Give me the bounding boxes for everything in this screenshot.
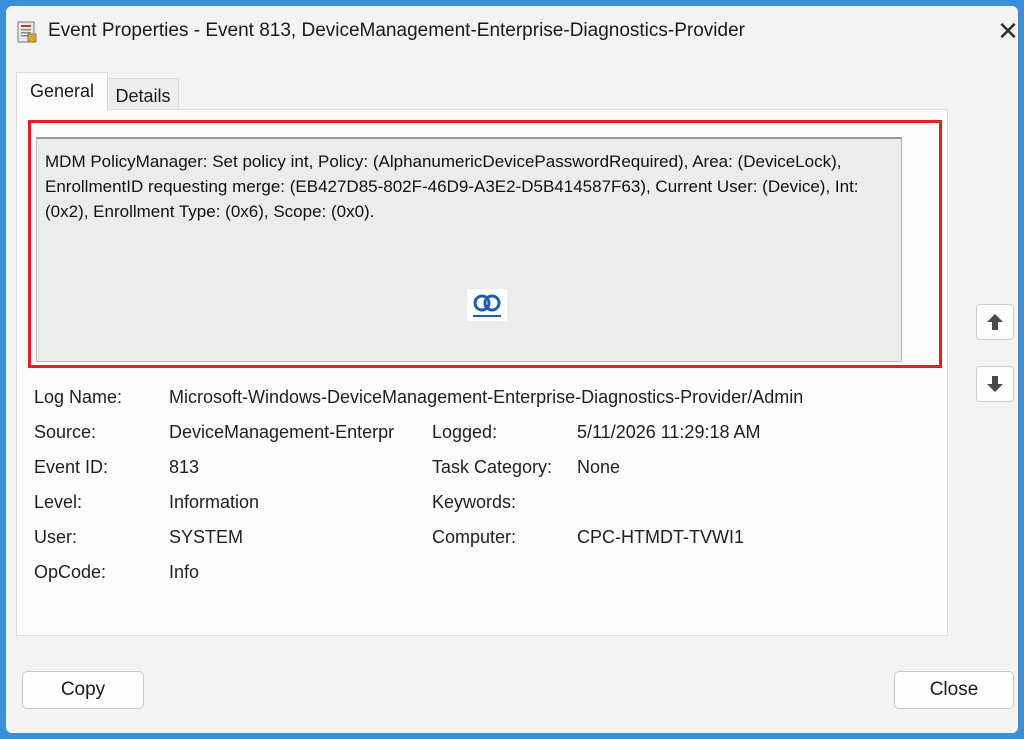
next-event-button[interactable] [976, 366, 1014, 402]
tab-details[interactable]: Details [107, 78, 179, 111]
source-value: DeviceManagement-Enterpr [169, 422, 395, 442]
user-value: SYSTEM [169, 527, 244, 547]
event-id-value: 813 [169, 457, 200, 477]
computer-value: CPC-HTMDT-TVWI1 [577, 527, 744, 547]
close-icon[interactable]: ✕ [992, 14, 1018, 48]
copy-button[interactable]: Copy [22, 671, 144, 709]
arrow-up-icon [987, 314, 1003, 330]
highlight-annotation: MDM PolicyManager: Set policy int, Polic… [28, 120, 942, 368]
task-category-value: None [577, 457, 621, 477]
computer-label: Computer: [432, 527, 517, 547]
title-bar: Event Properties - Event 813, DeviceMana… [6, 6, 1018, 58]
keywords-label: Keywords: [432, 492, 517, 512]
logged-label: Logged: [432, 422, 498, 442]
arrow-down-icon [987, 376, 1003, 392]
task-category-label: Task Category: [432, 457, 553, 477]
level-label: Level: [34, 492, 83, 512]
user-label: User: [34, 527, 78, 547]
event-description: MDM PolicyManager: Set policy int, Polic… [45, 152, 859, 221]
window-title: Event Properties - Event 813, DeviceMana… [48, 20, 745, 41]
source-label: Source: [34, 422, 97, 442]
log-name-label: Log Name: [34, 387, 123, 407]
log-name-value: Microsoft-Windows-DeviceManagement-Enter… [169, 387, 804, 407]
opcode-value: Info [169, 562, 200, 582]
watermark-logo [467, 289, 507, 321]
level-value: Information [169, 492, 260, 512]
event-properties-window: Event Properties - Event 813, DeviceMana… [6, 6, 1018, 733]
event-description-box[interactable]: MDM PolicyManager: Set policy int, Polic… [36, 137, 902, 362]
logged-value: 5/11/2026 11:29:18 AM [577, 422, 761, 442]
opcode-label: OpCode: [34, 562, 107, 582]
event-id-label: Event ID: [34, 457, 109, 477]
tab-general[interactable]: General [16, 72, 108, 111]
close-button[interactable]: Close [894, 671, 1014, 709]
previous-event-button[interactable] [976, 304, 1014, 340]
event-viewer-icon [16, 21, 38, 43]
